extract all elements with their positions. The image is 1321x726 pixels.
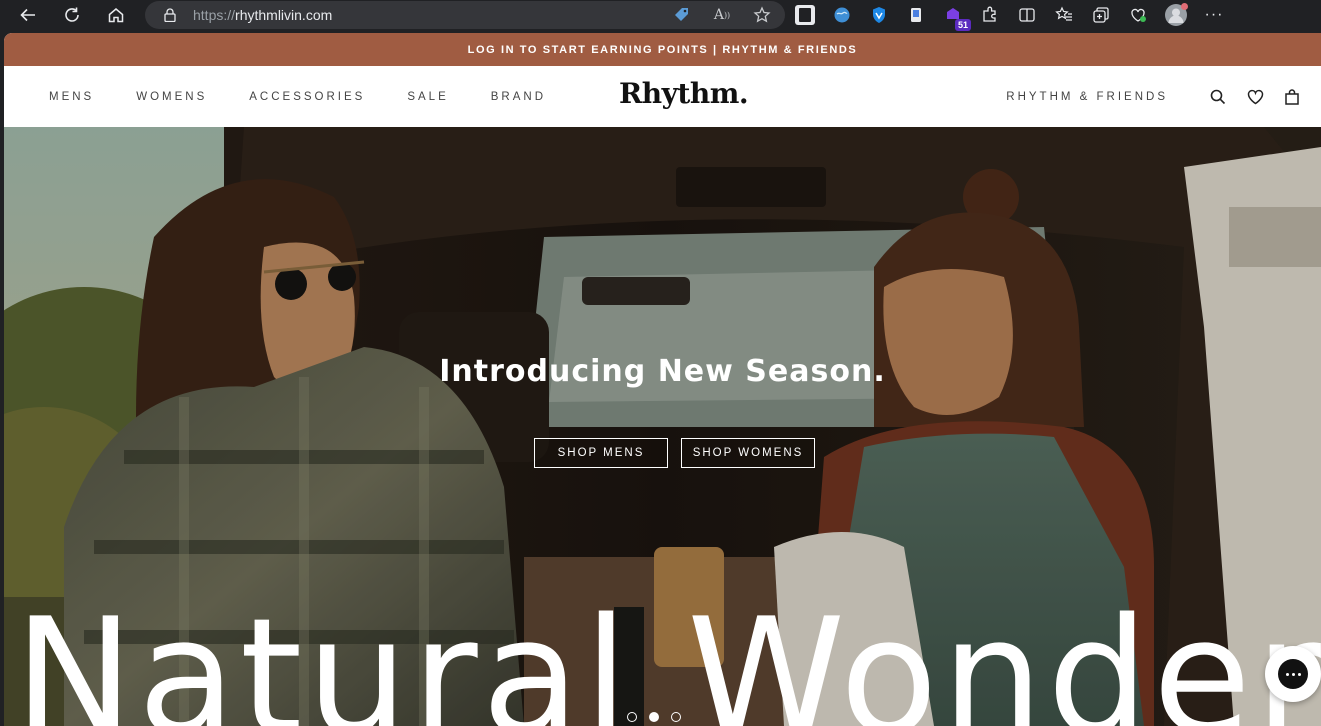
favorite-star-icon[interactable] [753, 6, 771, 24]
globe-extension-icon[interactable] [832, 5, 852, 25]
promo-banner[interactable]: LOG IN TO START EARNING POINTS | RHYTHM … [4, 33, 1321, 66]
nav-sale[interactable]: SALE [407, 91, 448, 103]
url-text[interactable]: https://rhythmlivin.com [193, 7, 332, 23]
header-utilities: RHYTHM & FRIENDS [1006, 66, 1301, 127]
wallet-extension-icon[interactable]: 51 [943, 5, 971, 31]
back-icon[interactable] [14, 1, 42, 29]
lock-icon[interactable] [163, 8, 177, 22]
search-icon[interactable] [1209, 88, 1227, 106]
home-icon[interactable] [102, 1, 130, 29]
calculator-extension-icon[interactable] [795, 5, 815, 25]
slider-dot-3[interactable] [671, 712, 681, 722]
split-screen-icon[interactable] [1017, 5, 1037, 25]
reload-icon[interactable] [58, 1, 86, 29]
hero-title: Introducing New Season. [439, 354, 886, 389]
url-protocol: https:// [193, 7, 236, 23]
site-logo[interactable]: Rhythm. [619, 77, 749, 110]
slider-dot-1[interactable] [627, 712, 637, 722]
favorites-icon[interactable] [1054, 5, 1074, 25]
nav-womens[interactable]: WOMENS [136, 91, 207, 103]
profile-avatar[interactable] [1165, 3, 1188, 26]
profile-notification-dot [1181, 3, 1188, 10]
url-host: rhythmlivin.com [235, 7, 333, 23]
slider-dot-2[interactable] [649, 712, 659, 722]
shop-womens-button[interactable]: SHOP WOMENS [681, 438, 815, 468]
nav-mens[interactable]: MENS [49, 91, 94, 103]
read-aloud-icon[interactable]: A)) [713, 6, 731, 24]
extension-badge: 51 [954, 19, 971, 31]
chat-icon [1278, 659, 1308, 689]
main-nav: MENS WOMENS ACCESSORIES SALE BRAND [49, 66, 588, 127]
collections-icon[interactable] [1091, 5, 1111, 25]
cart-bag-icon[interactable] [1283, 88, 1301, 106]
chat-widget-button[interactable] [1265, 646, 1321, 702]
shop-mens-button[interactable]: SHOP MENS [534, 438, 668, 468]
slider-dots [627, 712, 681, 722]
more-menu-icon[interactable]: ··· [1204, 5, 1224, 25]
nav-brand[interactable]: BRAND [491, 91, 546, 103]
coupon-tag-icon[interactable] [673, 6, 691, 24]
clipboard-extension-icon[interactable] [906, 5, 926, 25]
hero-slider: Introducing New Season. SHOP MENS SHOP W… [4, 127, 1321, 726]
hero-buttons: SHOP MENS SHOP WOMENS [534, 438, 815, 468]
address-bar[interactable]: https://rhythmlivin.com A)) [145, 1, 785, 29]
site-header: MENS WOMENS ACCESSORIES SALE BRAND Rhyth… [4, 66, 1321, 127]
browser-essentials-icon[interactable] [1128, 5, 1148, 25]
extensions-puzzle-icon[interactable] [980, 5, 1000, 25]
rhythm-friends-link[interactable]: RHYTHM & FRIENDS [1006, 91, 1168, 103]
hero-big-headline: Natural Wonder [14, 583, 1321, 726]
wishlist-heart-icon[interactable] [1246, 88, 1264, 106]
shield-extension-icon[interactable] [869, 5, 889, 25]
browser-toolbar: https://rhythmlivin.com A)) 51 ··· [0, 0, 1321, 31]
nav-accessories[interactable]: ACCESSORIES [249, 91, 365, 103]
website-viewport: LOG IN TO START EARNING POINTS | RHYTHM … [4, 33, 1321, 726]
